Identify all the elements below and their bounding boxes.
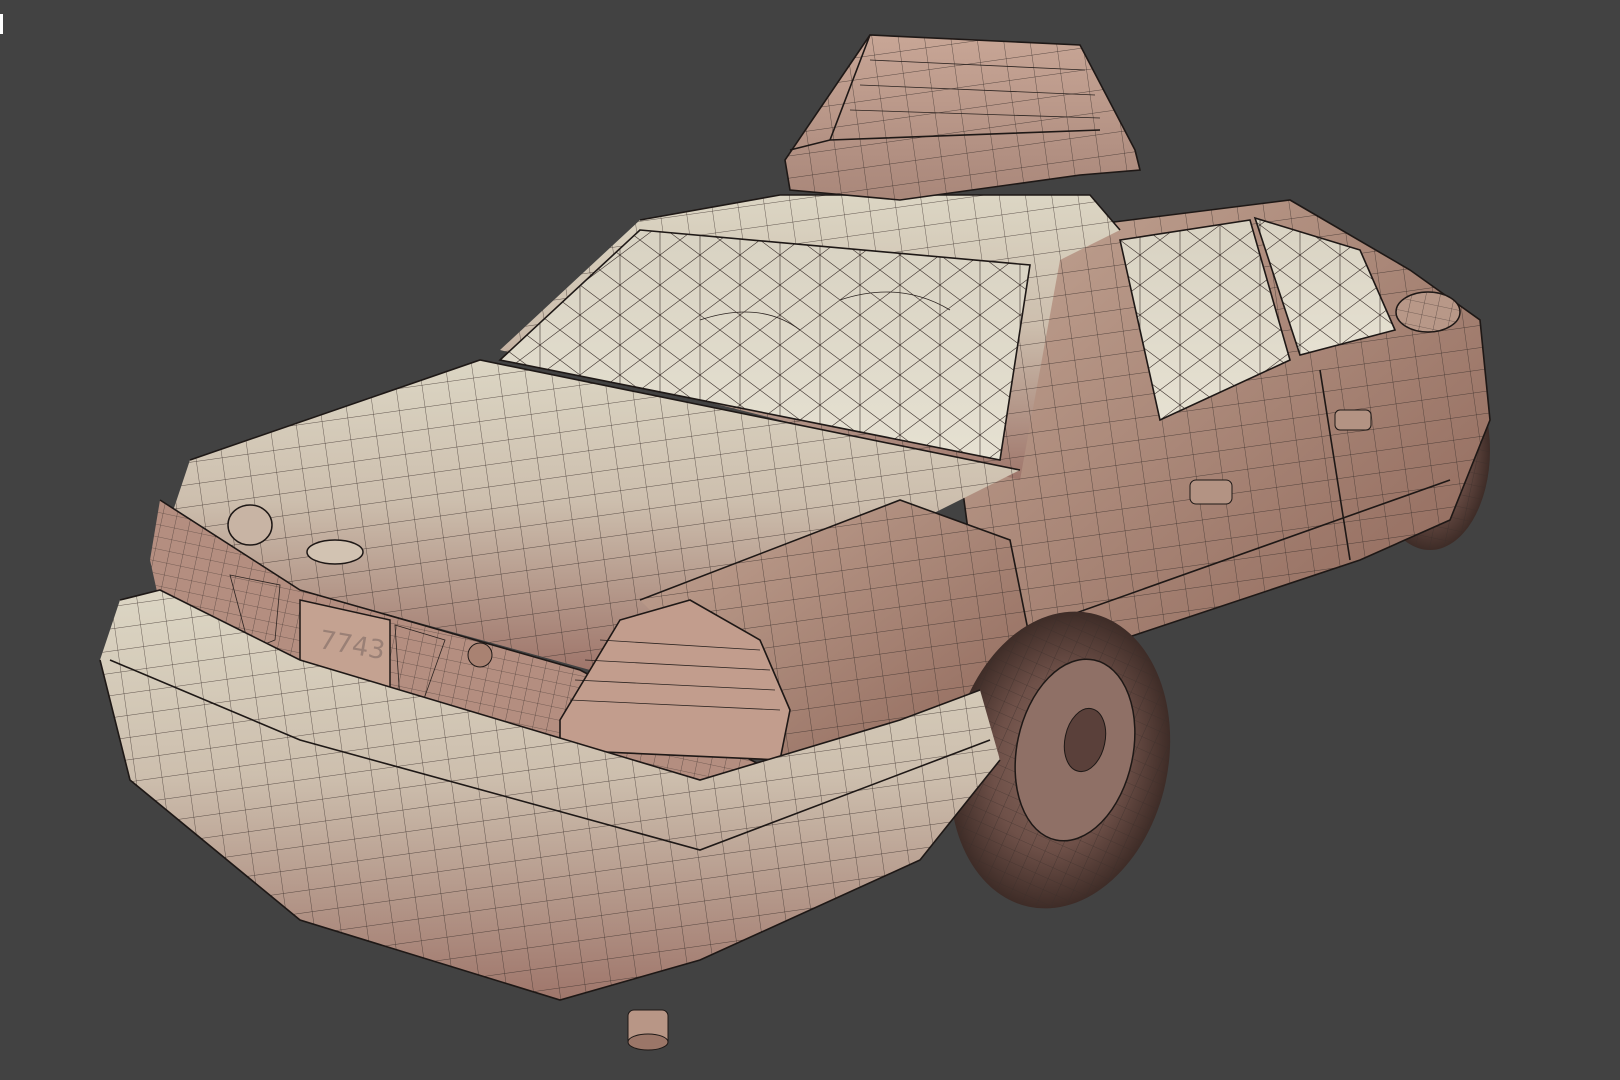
exhaust-pipe [627,1009,669,1051]
taxi-roof-sign [784,34,1142,201]
side-mirror [1395,291,1461,333]
taxi-wireframe-model[interactable]: 7743 [0,0,1620,1080]
3d-viewport[interactable]: 7743 [0,0,1620,1080]
